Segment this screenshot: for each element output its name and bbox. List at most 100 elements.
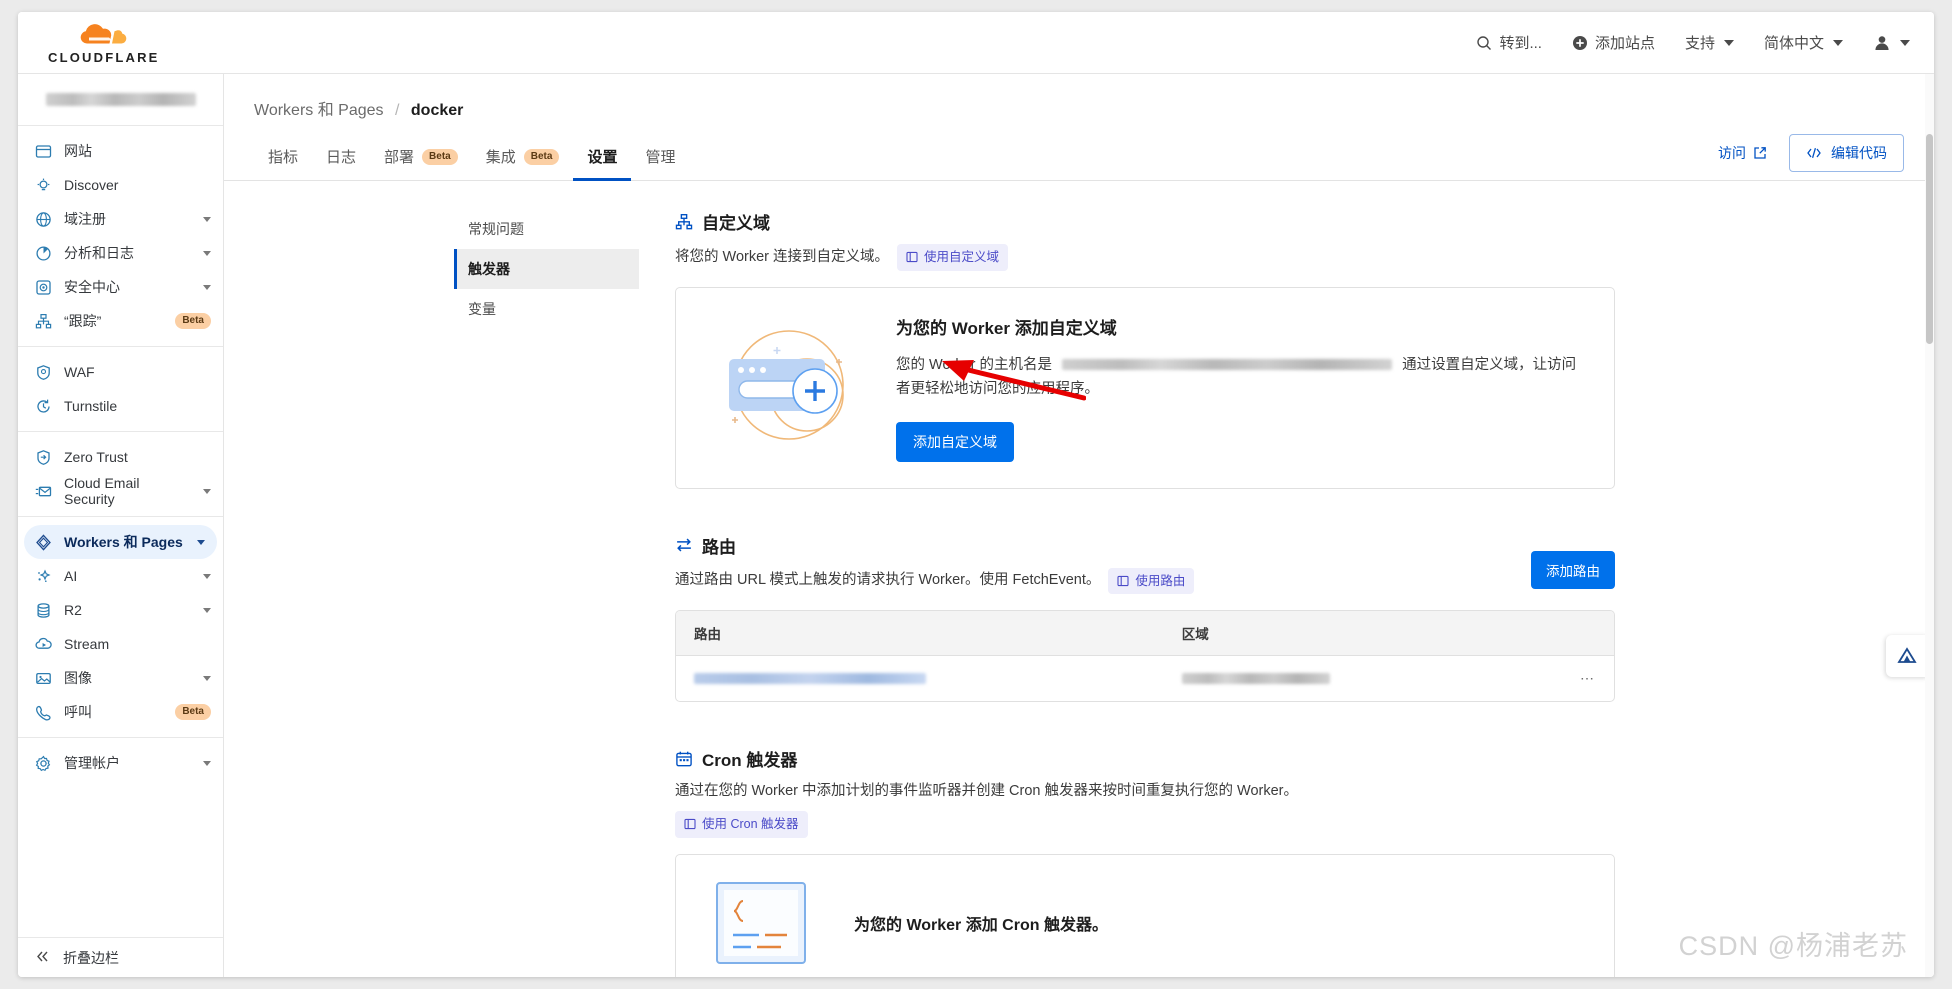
- add-custom-domain-text: 您的 Worker 的主机名是 通过设置自定义域，让访问者更轻松地访问您的应用程…: [896, 354, 1584, 402]
- account-selector[interactable]: [18, 74, 223, 126]
- route-row-menu-button[interactable]: ⋯: [1554, 656, 1614, 702]
- add-site-label: 添加站点: [1594, 35, 1655, 52]
- sidebar-item-label: 管理帐户: [64, 755, 120, 771]
- routes-table: 路由 区域 ⋯: [676, 611, 1614, 701]
- workers-icon: [34, 533, 52, 551]
- sidebar-item-stream[interactable]: Stream: [18, 627, 223, 661]
- breadcrumb-separator: /: [394, 102, 400, 119]
- external-link-icon: [1754, 147, 1766, 159]
- subnav-label: 常规问题: [468, 221, 524, 237]
- tab-actions: 访问 编辑代码: [1718, 134, 1904, 180]
- beta-badge: Beta: [523, 148, 560, 165]
- doc-chip-label: 使用自定义域: [924, 250, 1000, 264]
- collapse-sidebar-button[interactable]: 折叠边栏: [18, 937, 223, 977]
- add-route-button[interactable]: 添加路由: [1531, 550, 1615, 589]
- image-icon: [34, 669, 52, 687]
- settings-content: 常规问题 触发器 变量 自定义域 将您的 Worker 连接到自定义域。 使用自…: [224, 181, 1934, 977]
- chevron-down-icon[interactable]: [197, 539, 205, 545]
- sidebar-item-manage-account[interactable]: 管理帐户: [18, 746, 223, 780]
- stream-cloud-play-icon: [34, 635, 52, 653]
- global-search-button[interactable]: 转到...: [1476, 32, 1542, 53]
- scrollbar-track[interactable]: [1925, 74, 1934, 977]
- subnav-item-triggers[interactable]: 触发器: [454, 249, 639, 289]
- turnstile-icon: [34, 397, 52, 415]
- cron-desc-text: 通过在您的 Worker 中添加计划的事件监听器并创建 Cron 触发器来按时间…: [675, 783, 1298, 800]
- sidebar-item-label: 分析和日志: [64, 245, 134, 261]
- cron-description: 通过在您的 Worker 中添加计划的事件监听器并创建 Cron 触发器来按时间…: [675, 781, 1615, 838]
- table-row[interactable]: ⋯: [676, 656, 1614, 702]
- sidebar-item-domain-registration[interactable]: 域注册: [18, 202, 223, 236]
- shield-waf-icon: [34, 363, 52, 381]
- cloudflare-help-fab[interactable]: [1886, 635, 1928, 677]
- breadcrumb-parent[interactable]: Workers 和 Pages: [254, 102, 384, 119]
- subnav-label: 触发器: [468, 261, 510, 277]
- sidebar-item-trace[interactable]: “跟踪” Beta: [18, 304, 223, 338]
- routes-column-actions: [1554, 611, 1614, 657]
- tab-label: 指标: [268, 149, 299, 166]
- add-custom-domain-button[interactable]: 添加自定义域: [896, 421, 1014, 462]
- zone-value-redacted: [1181, 672, 1330, 684]
- sidebar-item-workers-and-pages[interactable]: Workers 和 Pages: [24, 525, 217, 559]
- sidebar-item-zero-trust[interactable]: Zero Trust: [18, 440, 223, 474]
- tab-label: 集成: [485, 149, 516, 166]
- support-menu[interactable]: 支持: [1685, 32, 1734, 53]
- sidebar-item-discover[interactable]: Discover: [18, 168, 223, 202]
- tab-metrics[interactable]: 指标: [254, 146, 312, 181]
- sidebar-item-r2[interactable]: R2: [18, 593, 223, 627]
- sidebar-item-ai[interactable]: AI: [18, 559, 223, 593]
- sidebar-item-calls[interactable]: 呼叫 Beta: [18, 695, 223, 729]
- chevron-down-icon[interactable]: [203, 216, 211, 222]
- tab-deployments[interactable]: 部署 Beta: [370, 146, 472, 181]
- sidebar-item-waf[interactable]: WAF: [18, 355, 223, 389]
- subnav-item-variables[interactable]: 变量: [454, 289, 639, 329]
- sidebar-item-turnstile[interactable]: Turnstile: [18, 389, 223, 423]
- sidebar-item-websites[interactable]: 网站: [18, 134, 223, 168]
- tab-manage[interactable]: 管理: [631, 146, 689, 181]
- sitemap-icon: [34, 312, 52, 330]
- routes-title: 路由: [702, 537, 736, 557]
- visit-worker-link[interactable]: 访问: [1718, 143, 1767, 163]
- edit-code-button[interactable]: 编辑代码: [1789, 134, 1904, 172]
- subnav-label: 变量: [468, 301, 496, 317]
- cloudflare-logo-icon[interactable]: CLOUDFLARE: [48, 21, 160, 65]
- add-custom-domain-card: 为您的 Worker 添加自定义域 您的 Worker 的主机名是 通过设置自定…: [675, 286, 1615, 489]
- sidebar-item-security-center[interactable]: 安全中心: [18, 270, 223, 304]
- zero-trust-icon: [34, 448, 52, 466]
- top-navigation: 转到... 添加站点 支持 简体中文: [1476, 32, 1910, 53]
- sidebar-item-label: Stream: [64, 636, 110, 652]
- plus-circle-icon: [1572, 35, 1587, 50]
- add-site-button[interactable]: 添加站点: [1572, 32, 1655, 53]
- sidebar-item-cloud-email-security[interactable]: Cloud Email Security: [18, 474, 223, 508]
- tab-integrations[interactable]: 集成 Beta: [472, 146, 574, 181]
- account-menu[interactable]: [1873, 34, 1910, 52]
- chevron-down-icon[interactable]: [203, 488, 211, 494]
- main-content: Workers 和 Pages / docker 指标 日志 部署 Beta 集…: [224, 74, 1934, 977]
- chevron-down-icon[interactable]: [203, 284, 211, 290]
- sidebar-item-label: “跟踪”: [64, 313, 102, 329]
- scrollbar-thumb[interactable]: [1926, 134, 1933, 344]
- routes-doc-link[interactable]: 使用路由: [1108, 567, 1195, 595]
- chevron-down-icon[interactable]: [203, 607, 211, 613]
- chevron-down-icon[interactable]: [203, 760, 211, 766]
- chevron-down-icon[interactable]: [203, 250, 211, 256]
- cron-triggers-section: Cron 触发器 通过在您的 Worker 中添加计划的事件监听器并创建 Cro…: [675, 746, 1615, 977]
- sidebar-item-analytics-logs[interactable]: 分析和日志: [18, 236, 223, 270]
- subnav-item-general[interactable]: 常规问题: [454, 209, 639, 249]
- chevron-down-icon[interactable]: [203, 573, 211, 579]
- cron-doc-link[interactable]: 使用 Cron 触发器: [675, 811, 808, 838]
- envelope-icon: [34, 482, 52, 500]
- tab-logs[interactable]: 日志: [312, 146, 370, 181]
- chevron-down-icon[interactable]: [203, 675, 211, 681]
- tab-settings[interactable]: 设置: [573, 146, 632, 181]
- sidebar-item-label: Cloud Email Security: [64, 475, 140, 507]
- cron-title: Cron 触发器: [702, 751, 798, 771]
- language-menu[interactable]: 简体中文: [1764, 32, 1843, 53]
- cloudflare-wordmark: CLOUDFLARE: [48, 49, 160, 65]
- route-arrows-icon: [677, 538, 691, 552]
- calendar-icon: [676, 751, 692, 767]
- sidebar-item-images[interactable]: 图像: [18, 661, 223, 695]
- custom-domain-doc-link[interactable]: 使用自定义域: [897, 244, 1009, 271]
- cloudflare-cloud-icon: [80, 23, 127, 44]
- custom-domain-section: 自定义域 将您的 Worker 连接到自定义域。 使用自定义域 为您的 Work…: [675, 209, 1615, 489]
- sidebar-item-label: 呼叫: [64, 704, 92, 720]
